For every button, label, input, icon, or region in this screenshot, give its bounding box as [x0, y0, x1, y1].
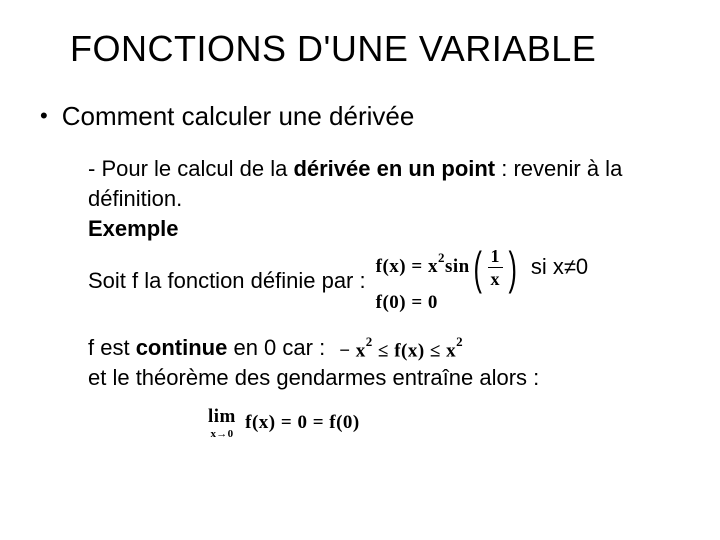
text: en 0 car : [227, 335, 325, 360]
math-text: = [411, 256, 422, 277]
exponent: 2 [366, 334, 373, 349]
bullet-text: Comment calculer une dérivée [62, 100, 415, 132]
inequality: − x2 ≤ f(x) ≤ x2 [339, 333, 463, 363]
math-text: ≤ [430, 340, 441, 361]
math-text: f(x) [394, 340, 424, 361]
bold-text: continue [136, 335, 228, 360]
lim-word: lim [208, 407, 236, 427]
math-text: x [428, 256, 438, 277]
lim-subscript: x→0 [210, 428, 233, 440]
eq-line-2: f(0) = 0 [376, 291, 438, 315]
math-text: x [356, 340, 366, 361]
exponent: 2 [456, 334, 463, 349]
continue-text: f est continue en 0 car : [88, 333, 325, 363]
left-paren-icon: ( [473, 248, 482, 288]
text: - Pour le calcul de la [88, 156, 293, 181]
fraction-bar-icon [488, 267, 504, 268]
equation-definition: f(x) = x2sin(1x) f(0) = 0 [376, 246, 521, 315]
numerator: 1 [488, 246, 504, 266]
paren-group: (1x) [470, 246, 521, 289]
math-text: − [339, 340, 350, 361]
soit-text: Soit f la fonction définie par : [88, 266, 366, 296]
math-text: ≤ [378, 340, 389, 361]
gendarmes-line: et le théorème des gendarmes entraîne al… [88, 363, 670, 393]
denominator: x [488, 269, 504, 289]
limit-operator: lim x→0 [208, 407, 236, 440]
limit-equation: lim x→0 f(x) = 0 = f(0) [208, 407, 670, 440]
bold-text: dérivée en un point [293, 156, 495, 181]
right-paren-icon: ) [509, 248, 518, 288]
condition-text: si x≠0 [531, 252, 588, 282]
bullet-item: • Comment calculer une dérivée [40, 100, 670, 132]
definition-line: - Pour le calcul de la dérivée en un poi… [88, 154, 670, 214]
math-text: f(x) [376, 256, 406, 277]
eq-line-1: f(x) = x2sin(1x) [376, 246, 521, 289]
math-text: sin [445, 256, 470, 277]
exponent: 2 [438, 250, 445, 265]
body-content: - Pour le calcul de la dérivée en un poi… [88, 154, 670, 440]
fraction: 1x [488, 246, 504, 289]
example-label: Exemple [88, 214, 670, 244]
bold-text: Exemple [88, 216, 179, 241]
math-text: x [446, 340, 456, 361]
text: f est [88, 335, 136, 360]
continue-row: f est continue en 0 car : − x2 ≤ f(x) ≤ … [88, 333, 670, 363]
soit-row: Soit f la fonction définie par : f(x) = … [88, 246, 670, 315]
bullet-dot-icon: • [40, 102, 48, 130]
page-title: FONCTIONS D'UNE VARIABLE [70, 28, 670, 70]
limit-rhs: f(x) = 0 = f(0) [245, 412, 360, 433]
slide: FONCTIONS D'UNE VARIABLE • Comment calcu… [0, 0, 720, 540]
